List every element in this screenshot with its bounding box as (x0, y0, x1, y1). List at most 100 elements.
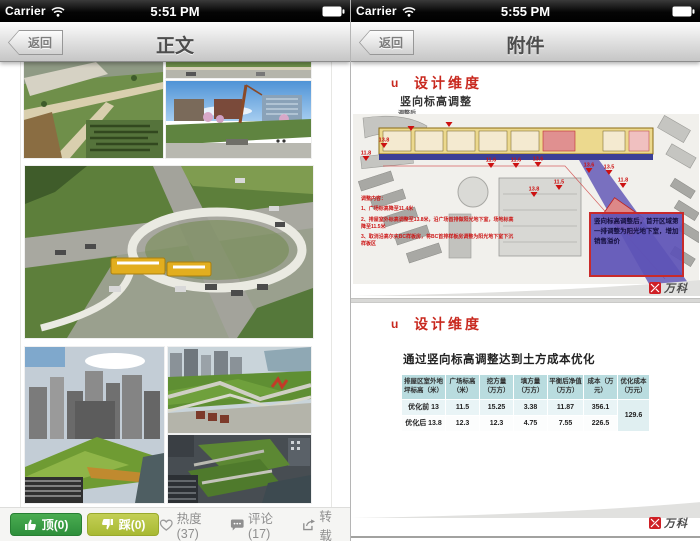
elevation-marker: 13.6 (584, 163, 595, 169)
cell: 4.75 (514, 415, 548, 431)
article-toolbar: 顶(0) 踩(0) 热度(37) (0, 507, 350, 541)
article-photo-city-park-rendering-image[interactable] (25, 347, 164, 503)
back-button[interactable]: 返回 (8, 30, 63, 55)
optimized-cost-cell: 129.6 (618, 399, 650, 431)
back-button[interactable]: 返回 (359, 30, 414, 55)
battery-icon (672, 6, 695, 17)
elevation-marker: 11.6 (511, 158, 521, 164)
nav-bar: 返回 正文 (0, 22, 350, 62)
toolbar-stats: 热度(37) 评论(17) 转载 (159, 506, 342, 541)
thumbs-down-icon (101, 518, 114, 531)
upvote-button[interactable]: 顶(0) (10, 513, 82, 536)
article-screen: Carrier 5:51 PM 返回 正文 (0, 0, 350, 541)
column-header: 广场标高（米） (446, 375, 480, 400)
comments-stat[interactable]: 评论(17) (230, 508, 290, 541)
slide-divider (351, 298, 700, 303)
elevation-marker: 11.8 (361, 151, 371, 157)
card-border-left (20, 62, 21, 507)
back-button-label: 返回 (360, 31, 413, 54)
heart-icon (159, 518, 174, 532)
row-label: 优化前 13 (402, 399, 446, 415)
slide-body-text: 通过竖向标高调整达到土方成本优化 (403, 351, 595, 367)
cell: 7.55 (548, 415, 584, 431)
cell: 356.1 (584, 399, 618, 415)
cell: 12.3 (480, 415, 514, 431)
attachment-content[interactable]: u 设计维度 竖向标高调整 调整后 (351, 62, 700, 541)
status-bar: Carrier 5:51 PM (0, 0, 350, 22)
cell: 15.25 (480, 399, 514, 415)
battery-icon (322, 6, 345, 17)
elevation-marker: 13.8 (379, 138, 390, 144)
article-photo-highway-roundabout-image[interactable] (25, 166, 313, 338)
slide-title: 设计维度 (414, 314, 482, 334)
cell: 3.38 (514, 399, 548, 415)
comments-label: 评论(17) (248, 508, 291, 541)
elevation-marker: 11.8 (618, 178, 628, 184)
article-content (0, 62, 350, 507)
time-label: 5:55 PM (351, 4, 700, 19)
card-border-right (331, 62, 332, 507)
share-icon (302, 518, 316, 532)
column-header: 优化成本（万元） (618, 375, 650, 400)
article-photo-street-strip-image[interactable] (166, 62, 311, 78)
page-title: 附件 (411, 31, 640, 58)
time-label: 5:51 PM (0, 4, 350, 19)
share-stat[interactable]: 转载 (302, 506, 342, 541)
column-header: 填方量（万方） (514, 375, 548, 400)
plan-callout-box: 竖向标高调整后，首开区域第一排调整为阳光地下室，增加销售溢价 (589, 212, 684, 277)
cell: 12.3 (446, 415, 480, 431)
article-photo-plaza-sculpture-image[interactable] (166, 81, 311, 158)
slide-bullet: u (391, 317, 398, 331)
back-button-label: 返回 (9, 31, 62, 54)
upvote-label: 顶(0) (42, 516, 69, 533)
article-photo-zigzag-park-image[interactable] (168, 347, 311, 433)
column-header: 平衡后净值（万方） (548, 375, 584, 400)
vanke-logo: 万科 (649, 515, 688, 531)
cell: 11.87 (548, 399, 584, 415)
column-header: 挖方量（万方） (480, 375, 514, 400)
attachment-bottom-rule (351, 536, 700, 538)
elevation-marker: 11.5 (554, 180, 564, 186)
slide-footer-swoosh (351, 500, 700, 518)
slide-footer-swoosh (351, 278, 700, 296)
elevation-marker: 13.8 (529, 187, 540, 193)
slide-subtitle: 竖向标高调整 (400, 93, 472, 109)
annotation-item: 2、排屋室外标高调整至13.8米，沿广场首排做阳光地下室，场地标高降至11.5米 (361, 217, 516, 232)
cell: 226.5 (584, 415, 618, 431)
elevation-marker: 11.6 (486, 158, 496, 164)
slide-design-dimension-plan: u 设计维度 竖向标高调整 调整后 (351, 62, 700, 299)
vanke-logo: 万科 (649, 280, 688, 296)
thumbs-up-icon (24, 518, 37, 531)
nav-bar: 返回 附件 (351, 22, 700, 62)
downvote-label: 踩(0) (119, 516, 146, 533)
elevation-marker: 13.6 (533, 157, 544, 163)
column-header: 排屋区室外地坪标高（米） (402, 375, 446, 400)
annotation-heading: 调整内容： (361, 196, 516, 203)
vanke-logo-text: 万科 (664, 515, 688, 531)
status-bar: Carrier 5:55 PM (351, 0, 700, 22)
attachment-screen: Carrier 5:55 PM 返回 附件 u 设计维度 (350, 0, 700, 541)
table-row: 优化后 13.8 12.3 12.3 4.75 7.55 226.5 (402, 415, 650, 431)
slide-design-dimension-table: u 设计维度 通过竖向标高调整达到土方成本优化 排屋区室外地坪标高（米） 广场标… (351, 304, 700, 541)
vanke-logo-icon (649, 282, 661, 294)
elevation-marker: 13.5 (604, 165, 615, 171)
heat-label: 热度(37) (177, 508, 220, 541)
table-row: 优化前 13 11.5 15.25 3.38 11.87 356.1 129.6 (402, 399, 650, 415)
heat-stat[interactable]: 热度(37) (159, 508, 219, 541)
vanke-logo-text: 万科 (664, 280, 688, 296)
column-header: 成本（万元） (584, 375, 618, 400)
earthwork-cost-table: 排屋区室外地坪标高（米） 广场标高（米） 挖方量（万方） 填方量（万方） 平衡后… (401, 374, 650, 432)
downvote-button[interactable]: 踩(0) (87, 513, 159, 536)
slide-title: 设计维度 (414, 73, 482, 93)
screenshot-root: Carrier 5:51 PM 返回 正文 (0, 0, 700, 541)
slide-bullet: u (391, 76, 398, 90)
vanke-logo-icon (649, 517, 661, 529)
article-photo-green-roof-park-image[interactable] (168, 435, 311, 503)
page-title: 正文 (60, 31, 290, 58)
comment-icon (230, 518, 245, 532)
annotation-item: 1、广场标高降至11.4米 (361, 206, 516, 213)
plan-annotation-text: 调整内容： 1、广场标高降至11.4米 2、排屋室外标高调整至13.8米，沿广场… (361, 196, 516, 252)
article-photo-aerial-park-image[interactable] (24, 62, 163, 158)
annotation-item: 3、取消沿高尔夫BC样板房，将BC首排样板房调整为阳光地下室下沉样板区 (361, 234, 516, 249)
row-label: 优化后 13.8 (402, 415, 446, 431)
